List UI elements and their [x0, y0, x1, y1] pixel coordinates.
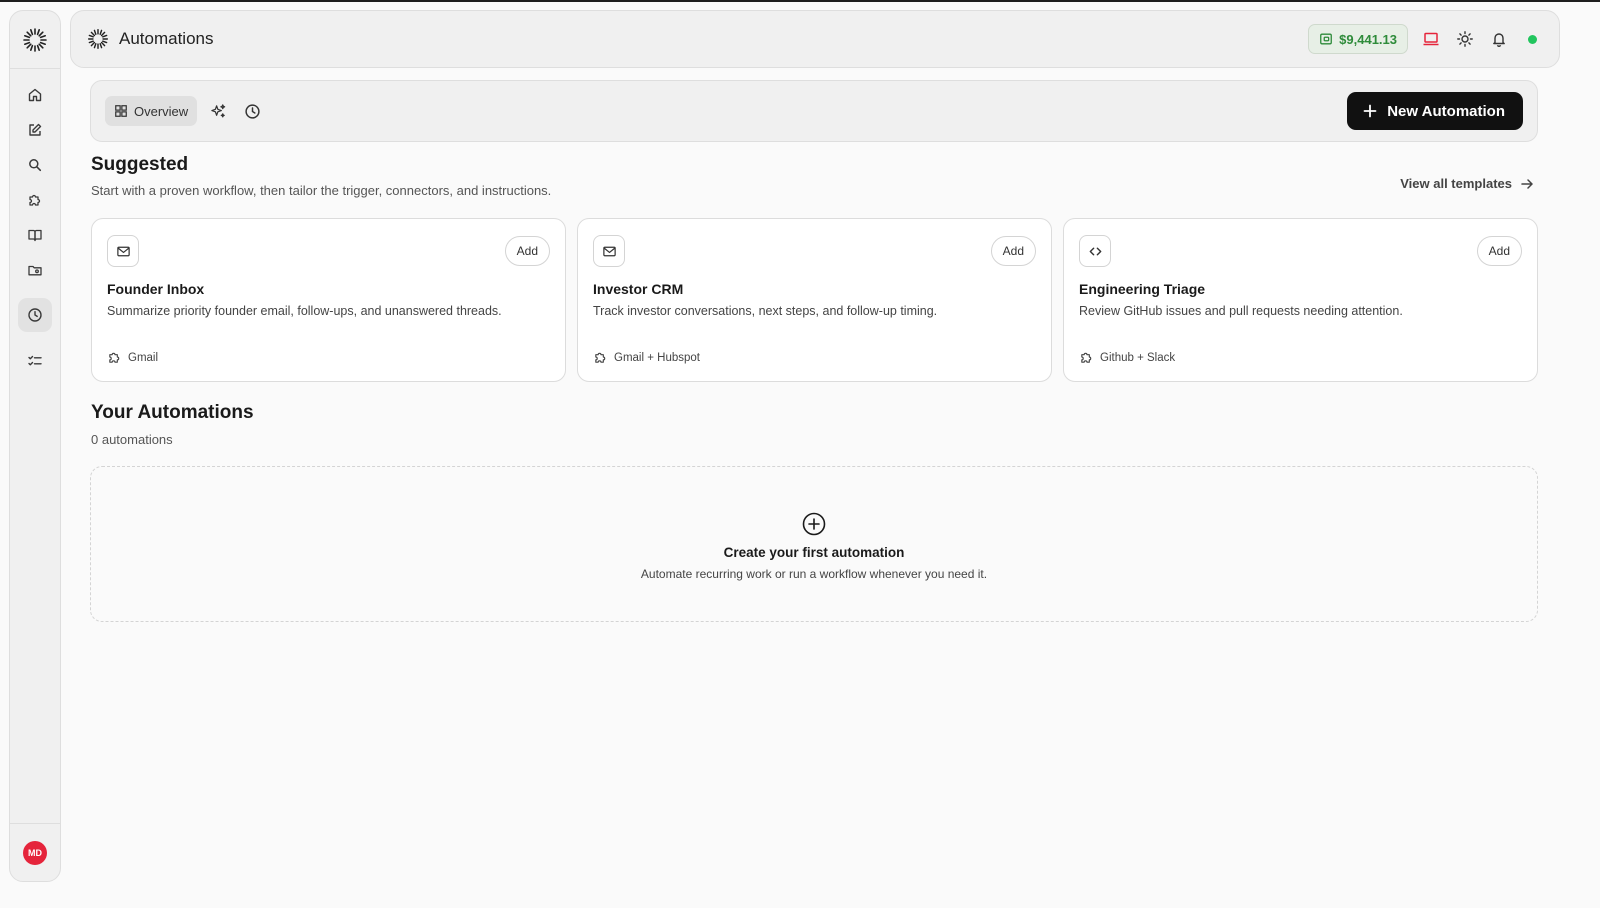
template-card-founder-inbox[interactable]: Add Founder Inbox Summarize priority fou… [91, 218, 566, 382]
plus-circle-icon[interactable] [801, 511, 827, 537]
connectors-label: Gmail + Hubspot [614, 351, 700, 364]
sidebar-item-search[interactable] [18, 148, 52, 182]
code-icon [1089, 247, 1101, 255]
suggested-title: Suggested [91, 154, 189, 175]
card-title: Engineering Triage [1079, 281, 1206, 297]
wallet-icon [1320, 33, 1333, 45]
clock-icon [28, 308, 42, 322]
avatar[interactable]: MD [23, 840, 47, 865]
connectors-label: Gmail [128, 351, 159, 364]
puzzle-icon [595, 352, 606, 363]
bell-icon [1493, 33, 1505, 48]
app-logo[interactable] [10, 11, 60, 69]
sun-icon [1457, 31, 1473, 47]
card-title: Founder Inbox [107, 281, 205, 297]
plus-icon [1363, 104, 1377, 118]
book-icon [28, 229, 42, 242]
sidebar-item-home[interactable] [18, 78, 52, 112]
sidebar-item-integrations[interactable] [18, 183, 52, 217]
balance-badge[interactable]: $9,441.13 [1308, 24, 1408, 54]
clock-icon [245, 103, 260, 119]
balance-amount: $9,441.13 [1339, 31, 1397, 47]
template-card-investor-crm[interactable]: Add Investor CRM Track investor conversa… [577, 218, 1052, 382]
automations-title: Your Automations [91, 402, 254, 423]
theme-toggle-button[interactable] [1454, 28, 1476, 50]
arrow-right-icon [1521, 178, 1533, 189]
status-online-dot [1528, 34, 1537, 44]
tab-history[interactable] [237, 96, 267, 126]
window-top-border [0, 0, 1600, 2]
card-connectors: Github + Slack [1079, 350, 1175, 365]
tab-overview[interactable]: Overview [105, 96, 198, 126]
grid-icon [115, 105, 127, 117]
sparkles-icon [210, 103, 225, 117]
sidebar-item-automations[interactable] [18, 298, 52, 332]
logo-icon [23, 27, 47, 52]
empty-state-title: Create your first automation [723, 545, 905, 560]
card-icon-box [107, 235, 139, 267]
header-actions: $9,441.13 [1308, 24, 1543, 54]
app-header: Automations $9,441.13 [70, 10, 1560, 68]
empty-state: Create your first automation Automate re… [90, 466, 1538, 622]
view-all-label: View all templates [1400, 176, 1512, 191]
automations-count: 0 automations [91, 432, 173, 447]
edit-icon [29, 123, 42, 136]
notifications-button[interactable] [1488, 28, 1510, 50]
puzzle-icon [109, 352, 120, 363]
page-title: Automations [119, 29, 214, 48]
new-automation-label: New Automation [1387, 102, 1505, 120]
card-connectors: Gmail + Hubspot [593, 350, 700, 365]
tab-overview-label: Overview [134, 103, 189, 119]
sidebar-item-library[interactable] [18, 218, 52, 252]
mail-icon [116, 246, 130, 256]
card-title: Investor CRM [593, 281, 684, 297]
sidebar-item-compose[interactable] [18, 113, 52, 147]
card-icon-box [593, 235, 625, 267]
laptop-icon [1423, 32, 1439, 46]
folder-icon [28, 265, 42, 276]
empty-state-subtitle: Automate recurring work or run a workflo… [640, 567, 988, 581]
add-button[interactable]: Add [1476, 236, 1522, 266]
sidebar-footer: MD [10, 823, 60, 881]
logo-icon [87, 28, 109, 50]
card-description: Review GitHub issues and pull requests n… [1079, 304, 1403, 318]
add-button[interactable]: Add [504, 236, 550, 266]
template-card-engineering-triage[interactable]: Add Engineering Triage Review GitHub iss… [1063, 218, 1538, 382]
sidebar: MD [9, 10, 61, 882]
puzzle-icon [29, 194, 41, 206]
card-description: Track investor conversations, next steps… [593, 304, 938, 318]
card-icon-box [1079, 235, 1111, 267]
card-description: Summarize priority founder email, follow… [107, 304, 502, 318]
view-all-templates-link[interactable]: View all templates [1400, 176, 1534, 191]
sidebar-item-tasks[interactable] [18, 344, 52, 378]
card-connectors: Gmail [107, 350, 158, 365]
checklist-icon [28, 355, 42, 366]
view-toolbar: Overview New Automation [90, 80, 1538, 142]
add-button[interactable]: Add [990, 236, 1036, 266]
suggested-subtitle: Start with a proven workflow, then tailo… [91, 183, 552, 198]
sidebar-item-files[interactable] [18, 253, 52, 287]
device-button[interactable] [1420, 28, 1442, 50]
new-automation-button[interactable]: New Automation [1347, 92, 1523, 130]
search-icon [29, 159, 42, 172]
mail-icon [602, 246, 616, 256]
connectors-label: Github + Slack [1100, 351, 1176, 364]
home-icon [28, 88, 42, 102]
puzzle-icon [1081, 352, 1092, 363]
tab-suggestions[interactable] [203, 96, 233, 126]
